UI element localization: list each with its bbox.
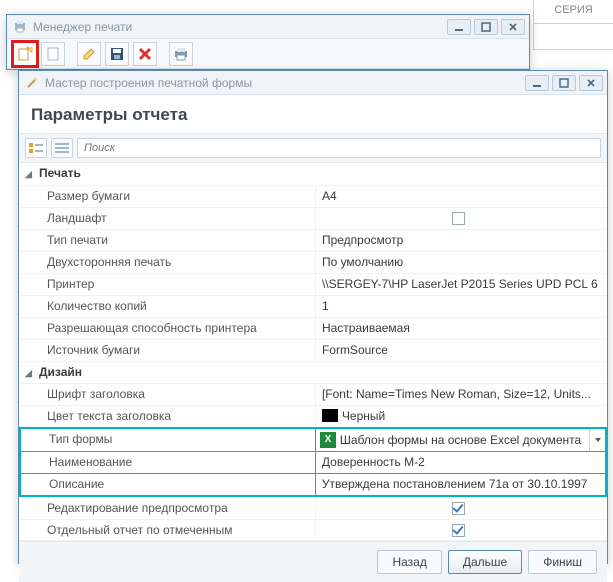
collapse-icon: ◢	[25, 368, 35, 378]
prop-label: Источник бумаги	[19, 340, 316, 361]
group-design[interactable]: ◢ Дизайн	[19, 361, 607, 383]
prop-label: Размер бумаги	[19, 186, 316, 207]
prop-value[interactable]: X Шаблон формы на основе Excel документа	[316, 429, 605, 451]
new-form-button[interactable]	[13, 42, 37, 66]
row-name[interactable]: Наименование Доверенность М-2	[21, 451, 605, 473]
prop-label: Ландшафт	[19, 208, 316, 229]
back-button[interactable]: Назад	[377, 550, 441, 574]
row-description[interactable]: Описание Утверждена постановлением 71а о…	[21, 473, 605, 495]
wizard-footer: Назад Дальше Финиш	[19, 542, 607, 582]
prop-label: Отдельный отчет по отмеченным	[19, 520, 316, 540]
dropdown-text: Шаблон формы на основе Excel документа	[340, 433, 589, 447]
highlighted-region: Тип формы X Шаблон формы на основе Excel…	[19, 427, 607, 497]
wand-icon	[25, 76, 39, 90]
prop-value[interactable]	[316, 520, 607, 540]
prop-label: Наименование	[21, 452, 316, 473]
prop-label: Тип формы	[21, 429, 316, 451]
color-swatch	[322, 409, 338, 422]
prop-value[interactable]: A4	[316, 186, 607, 207]
delete-button[interactable]	[133, 42, 157, 66]
row-duplex[interactable]: Двухсторонняя печать По умолчанию	[19, 251, 607, 273]
prop-label: Количество копий	[19, 296, 316, 317]
prop-value[interactable]: Настраиваемая	[316, 318, 607, 339]
finish-button[interactable]: Финиш	[528, 550, 597, 574]
row-title-font[interactable]: Шрифт заголовка [Font: Name=Times New Ro…	[19, 383, 607, 405]
prop-label: Цвет текста заголовка	[19, 406, 316, 427]
print-manager-title: Менеджер печати	[33, 20, 447, 34]
checkbox[interactable]	[452, 524, 465, 537]
edit-button[interactable]	[77, 42, 101, 66]
next-button[interactable]: Дальше	[448, 550, 522, 574]
row-copies[interactable]: Количество копий 1	[19, 295, 607, 317]
background-table-fragment: СЕРИЯ	[533, 0, 613, 50]
wizard-title: Мастер построения печатной формы	[45, 76, 525, 90]
prop-value[interactable]: Доверенность М-2	[316, 452, 605, 473]
save-button[interactable]	[105, 42, 129, 66]
dropdown-button[interactable]	[589, 429, 605, 451]
row-form-type[interactable]: Тип формы X Шаблон формы на основе Excel…	[21, 429, 605, 451]
print-manager-toolbar	[7, 39, 529, 69]
prop-value[interactable]: FormSource	[316, 340, 607, 361]
wizard-toolbar	[19, 133, 607, 163]
row-paper-source[interactable]: Источник бумаги FormSource	[19, 339, 607, 361]
print-button[interactable]	[169, 42, 193, 66]
prop-value[interactable]: Черный	[316, 406, 607, 427]
categorize-button[interactable]	[25, 138, 47, 158]
excel-icon: X	[320, 432, 336, 448]
prop-value[interactable]	[316, 498, 607, 519]
prop-label: Разрешающая способность принтера	[19, 318, 316, 339]
row-edit-preview[interactable]: Редактирование предпросмотра	[19, 497, 607, 519]
prop-label: Двухсторонняя печать	[19, 252, 316, 273]
group-print[interactable]: ◢ Печать	[19, 163, 607, 185]
prop-label: Описание	[21, 474, 316, 495]
row-printer[interactable]: Принтер \\SERGEY-7\HP LaserJet P2015 Ser…	[19, 273, 607, 295]
search-input[interactable]	[77, 138, 601, 158]
bg-column-header: СЕРИЯ	[534, 0, 613, 24]
print-manager-titlebar: Менеджер печати	[7, 15, 529, 39]
checkbox[interactable]	[452, 502, 465, 515]
close-button[interactable]	[579, 75, 603, 91]
row-sep-report[interactable]: Отдельный отчет по отмеченным	[19, 519, 607, 541]
prop-value[interactable]: Предпросмотр	[316, 230, 607, 251]
print-manager-window: Менеджер печати	[6, 14, 530, 70]
prop-value[interactable]: [Font: Name=Times New Roman, Size=12, Un…	[316, 384, 607, 405]
prop-label: Редактирование предпросмотра	[19, 498, 316, 519]
checkbox[interactable]	[452, 212, 465, 225]
prop-value[interactable]: По умолчанию	[316, 252, 607, 273]
prop-label: Принтер	[19, 274, 316, 295]
prop-label: Шрифт заголовка	[19, 384, 316, 405]
wizard-window: Мастер построения печатной формы Парамет…	[18, 70, 608, 564]
color-name: Черный	[342, 409, 385, 423]
minimize-button[interactable]	[447, 19, 471, 35]
group-label: Дизайн	[39, 365, 82, 379]
prop-value[interactable]: 1	[316, 296, 607, 317]
close-button[interactable]	[501, 19, 525, 35]
prop-value[interactable]	[316, 208, 607, 229]
row-print-type[interactable]: Тип печати Предпросмотр	[19, 229, 607, 251]
maximize-button[interactable]	[474, 19, 498, 35]
new-blank-button[interactable]	[41, 42, 65, 66]
row-resolution[interactable]: Разрешающая способность принтера Настраи…	[19, 317, 607, 339]
minimize-button[interactable]	[525, 75, 549, 91]
prop-value[interactable]: Утверждена постановлением 71а от 30.10.1…	[316, 474, 605, 495]
property-grid: ◢ Печать Размер бумаги A4 Ландшафт Тип пе…	[19, 163, 607, 542]
row-title-color[interactable]: Цвет текста заголовка Черный	[19, 405, 607, 427]
list-button[interactable]	[51, 138, 73, 158]
prop-value[interactable]: \\SERGEY-7\HP LaserJet P2015 Series UPD …	[316, 274, 607, 295]
printer-icon	[13, 20, 27, 34]
row-landscape[interactable]: Ландшафт	[19, 207, 607, 229]
wizard-titlebar: Мастер построения печатной формы	[19, 71, 607, 95]
row-paper-size[interactable]: Размер бумаги A4	[19, 185, 607, 207]
prop-label: Тип печати	[19, 230, 316, 251]
wizard-heading: Параметры отчета	[19, 95, 607, 133]
maximize-button[interactable]	[552, 75, 576, 91]
collapse-icon: ◢	[25, 169, 35, 179]
group-label: Печать	[39, 166, 81, 180]
